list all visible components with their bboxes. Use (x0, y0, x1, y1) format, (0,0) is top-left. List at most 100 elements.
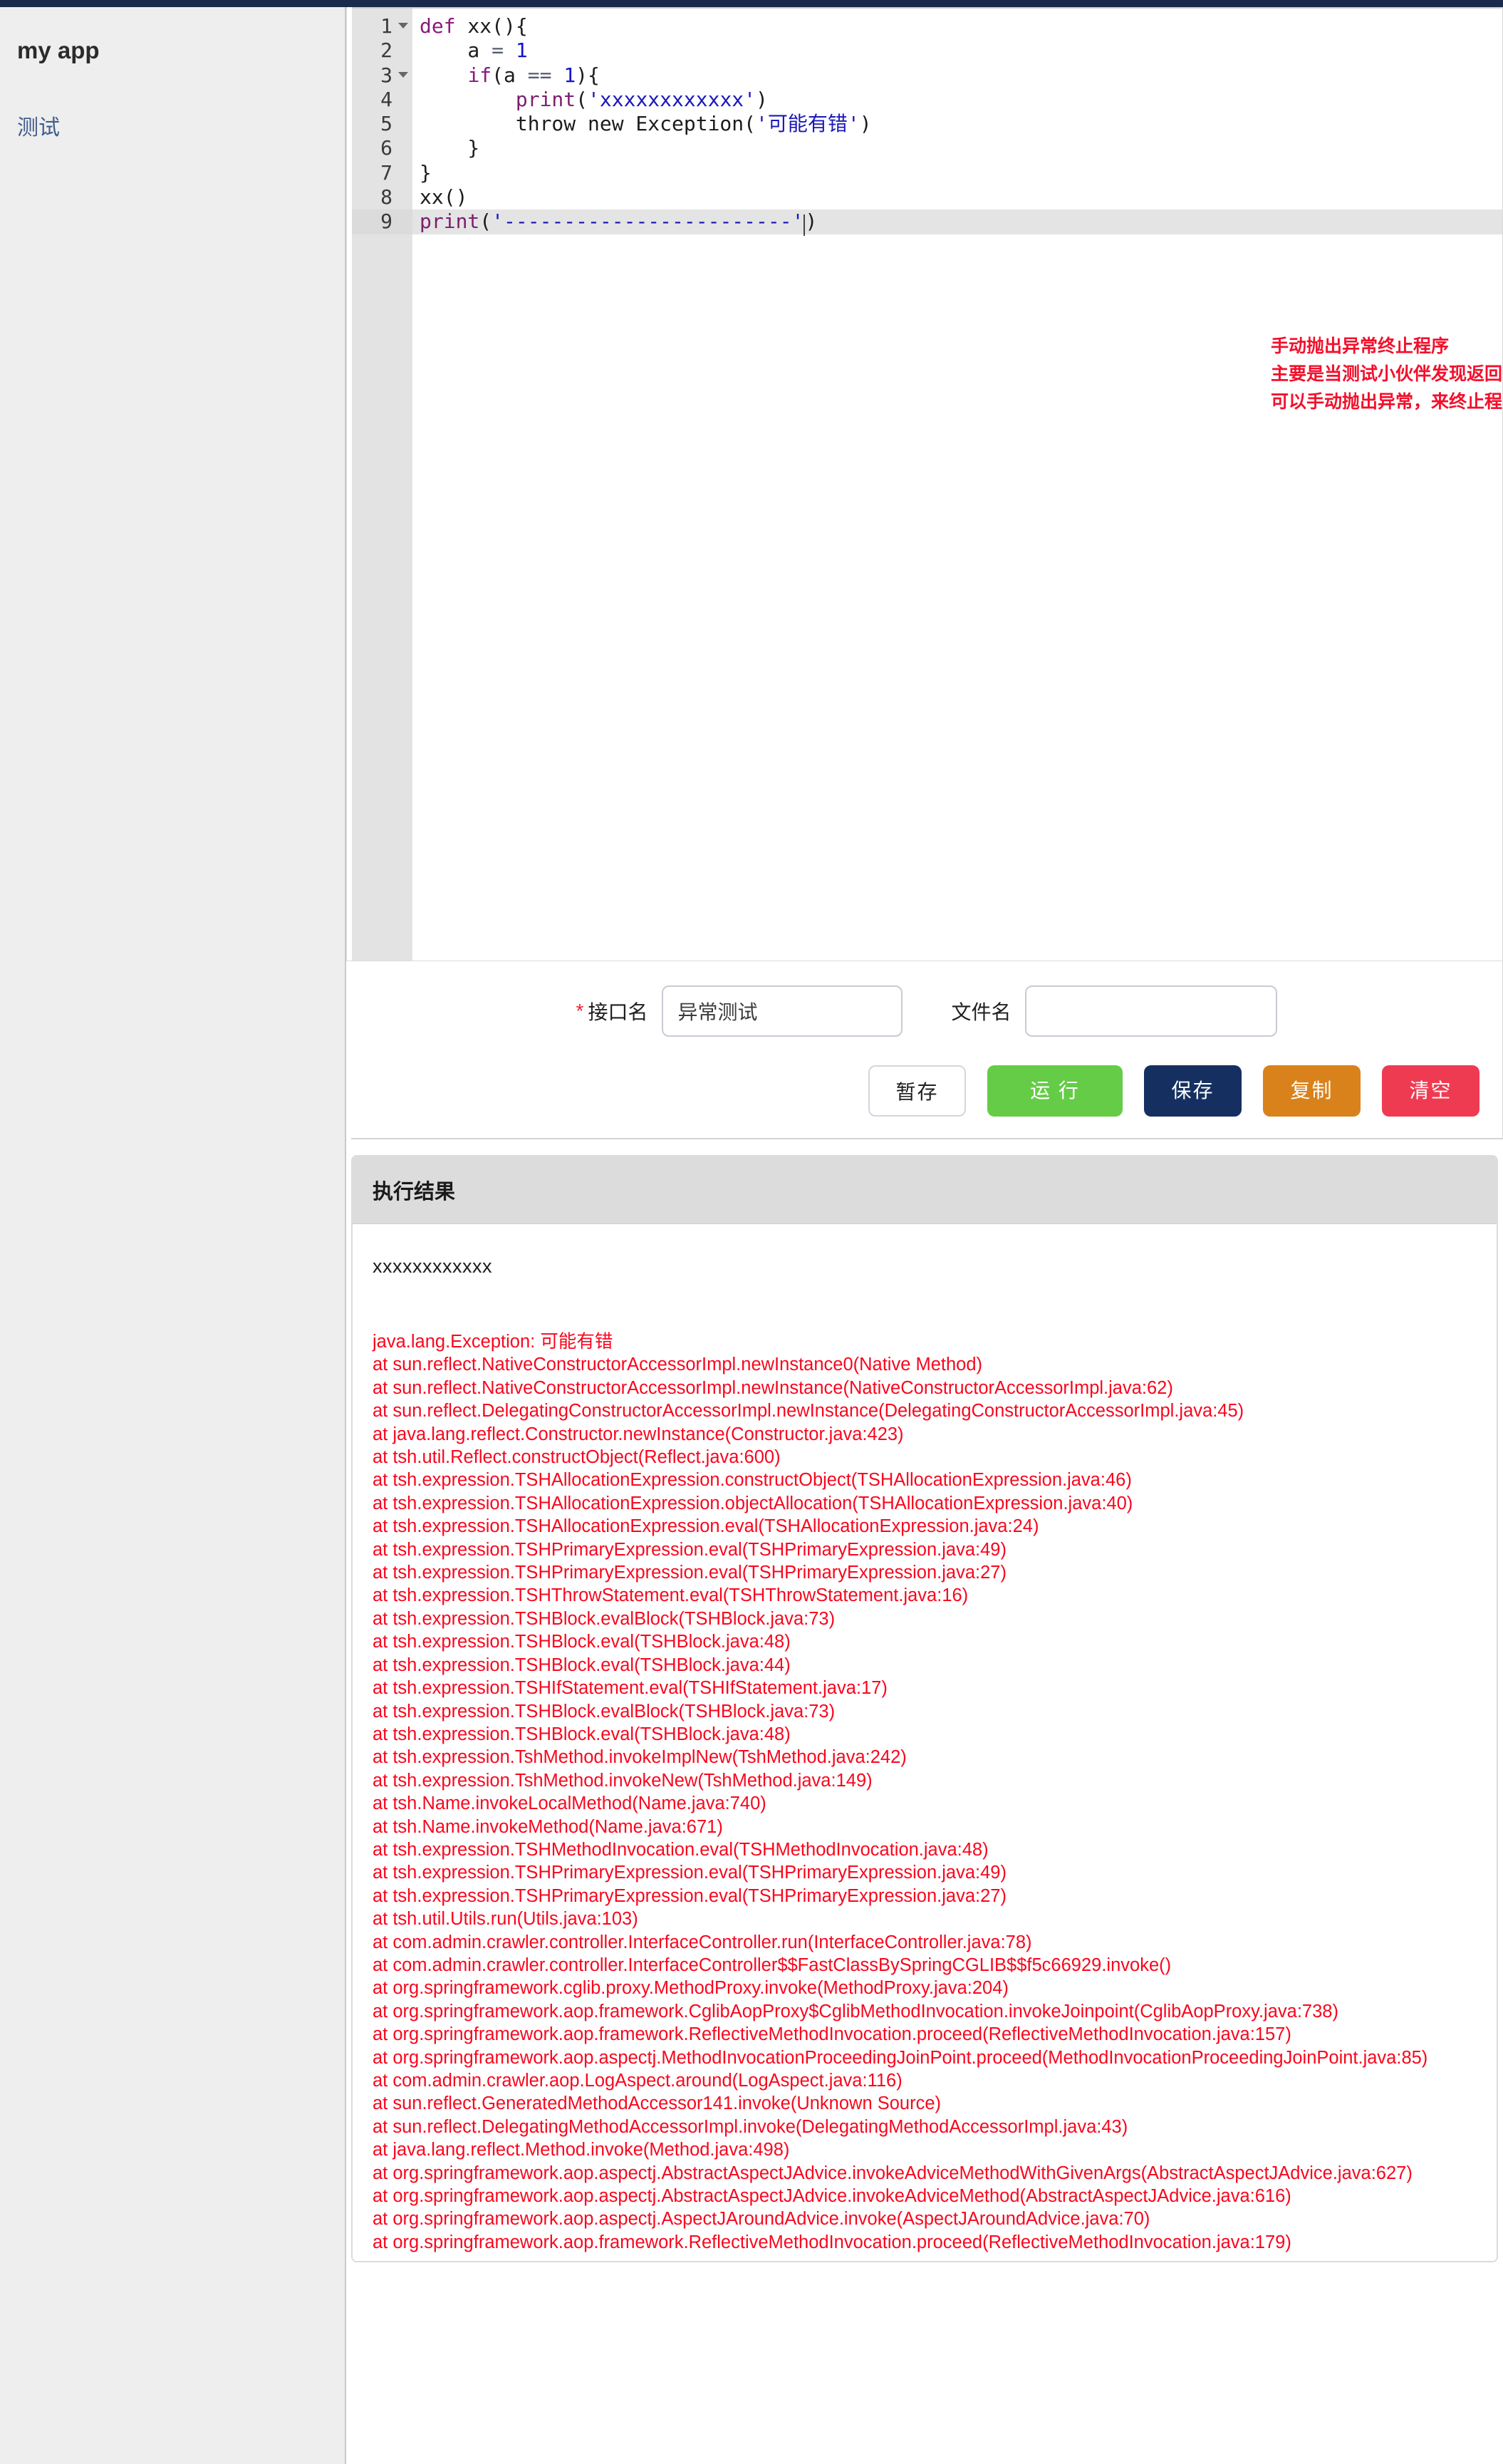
stack-trace-line: at tsh.expression.TSHBlock.eval(TSHBlock… (373, 1655, 791, 1675)
code-line[interactable]: throw new Exception('可能有错') (412, 112, 1502, 136)
code-editor[interactable]: 123456789 def xx(){ a = 1 if(a == 1){ pr… (352, 7, 1503, 961)
stack-trace-line: at tsh.util.Reflect.constructObject(Refl… (373, 1447, 781, 1468)
code-line[interactable]: xx() (412, 185, 1502, 209)
interface-name-field-group: * 接口名 (576, 985, 903, 1037)
code-token: == (527, 63, 552, 87)
execution-result-body: xxxxxxxxxxxx java.lang.Exception: 可能有错 at… (353, 1224, 1497, 2262)
main-content: 123456789 def xx(){ a = 1 if(a == 1){ pr… (346, 7, 1503, 2263)
fold-placeholder (398, 194, 408, 200)
line-number: 8 (352, 185, 412, 209)
stack-trace-line: at tsh.expression.TSHPrimaryExpression.e… (373, 1539, 1007, 1560)
stack-trace-line: at tsh.expression.TSHPrimaryExpression.e… (373, 1863, 1007, 1883)
stack-trace-line: at tsh.expression.TSHBlock.eval(TSHBlock… (373, 1724, 791, 1744)
code-token: xx(){ (455, 14, 528, 38)
draft-button[interactable]: 暂存 (868, 1065, 966, 1117)
interface-name-label: 接口名 (588, 1001, 648, 1023)
stack-trace-line: at sun.reflect.NativeConstructorAccessor… (373, 1377, 1173, 1398)
code-line[interactable]: } (412, 161, 1502, 185)
code-token: def (420, 14, 456, 38)
code-token: 1 (515, 38, 528, 63)
annotation-line: 手动抛出异常终止程序 (1271, 336, 1450, 356)
stack-trace-line: at tsh.expression.TSHAllocationExpressio… (373, 1493, 1133, 1513)
stack-trace-line: at com.admin.crawler.aop.LogAspect.aroun… (373, 2071, 903, 2091)
code-line[interactable]: print('------------------------') (412, 209, 1502, 237)
stack-trace-line: at org.springframework.aop.aspectj.Aspec… (373, 2209, 1150, 2230)
code-line[interactable]: } (412, 136, 1502, 160)
fold-placeholder (398, 170, 408, 175)
stack-trace-line: at tsh.expression.TSHMethodInvocation.ev… (373, 1839, 989, 1860)
line-number-gutter: 123456789 (352, 9, 412, 961)
code-token: 1 (563, 63, 576, 87)
code-token: ( (576, 87, 588, 111)
code-editor-card: 123456789 def xx(){ a = 1 if(a == 1){ pr… (346, 7, 1503, 961)
exception-stack-trace: java.lang.Exception: 可能有错 at sun.reflect.… (373, 1330, 1477, 2254)
app-brand-title: my app (17, 37, 100, 63)
code-token: a (420, 38, 492, 63)
stdout-output: xxxxxxxxxxxx (373, 1256, 492, 1277)
line-number: 3 (352, 63, 412, 88)
required-asterisk-icon: * (576, 1000, 584, 1022)
save-button[interactable]: 保存 (1144, 1065, 1242, 1117)
interface-form-card: * 接口名 文件名 暂存 运 行 保存 复制 清空 (351, 961, 1503, 1139)
stack-trace-line: at tsh.expression.TSHBlock.evalBlock(TSH… (373, 1701, 836, 1722)
stack-trace-line: at tsh.expression.TshMethod.invokeImplNe… (373, 1747, 907, 1768)
fold-placeholder (398, 47, 408, 53)
code-token: } (420, 136, 480, 160)
stack-trace-line: at com.admin.crawler.controller.Interfac… (373, 1955, 1172, 1975)
code-line[interactable]: a = 1 (412, 38, 1502, 63)
code-line[interactable]: def xx(){ (412, 14, 1502, 38)
code-token: if (467, 63, 492, 87)
fold-placeholder (398, 120, 408, 126)
fold-arrow-icon[interactable] (398, 71, 408, 78)
stack-trace-line: at tsh.expression.TshMethod.invokeNew(Ts… (373, 1770, 873, 1791)
stack-trace-line: at tsh.expression.TSHPrimaryExpression.e… (373, 1563, 1007, 1583)
action-button-row: 暂存 运 行 保存 复制 清空 (351, 1037, 1502, 1117)
code-token: '可能有错' (756, 112, 860, 136)
code-token: ) (859, 112, 872, 136)
stack-trace-line: at tsh.expression.TSHAllocationExpressio… (373, 1516, 1039, 1537)
stack-trace-line: at tsh.expression.TSHBlock.evalBlock(TSH… (373, 1608, 836, 1629)
code-token: } (420, 160, 432, 185)
line-number: 4 (352, 88, 412, 112)
file-name-field-group: 文件名 (951, 985, 1278, 1037)
exception-header-line: java.lang.Exception: 可能有错 (373, 1332, 613, 1352)
code-line[interactable]: if(a == 1){ (412, 63, 1502, 88)
annotation-line: 主要是当测试小伙伴发现返回的结果不是预期的结果时 (1271, 364, 1503, 384)
stack-trace-line: at sun.reflect.GeneratedMethodAccessor14… (373, 2093, 942, 2114)
code-token: print (420, 209, 480, 234)
code-token: 'xxxxxxxxxxxx' (588, 87, 756, 111)
stack-trace-line: at java.lang.reflect.Method.invoke(Metho… (373, 2140, 790, 2160)
interface-name-input[interactable] (662, 985, 903, 1037)
code-token: (a (492, 63, 528, 87)
code-line[interactable]: print('xxxxxxxxxxxx') (412, 88, 1502, 112)
code-text-area[interactable]: def xx(){ a = 1 if(a == 1){ print('xxxxx… (412, 9, 1502, 961)
text-caret (803, 214, 806, 237)
stack-trace-line: at sun.reflect.NativeConstructorAccessor… (373, 1355, 983, 1375)
line-number: 5 (352, 112, 412, 136)
file-name-label: 文件名 (951, 1001, 1011, 1023)
execution-result-card: 执行结果 xxxxxxxxxxxx java.lang.Exception: 可… (351, 1155, 1498, 2263)
stack-trace-line: at tsh.expression.TSHBlock.eval(TSHBlock… (373, 1632, 791, 1652)
line-number: 9 (352, 209, 412, 234)
fold-arrow-icon[interactable] (398, 23, 408, 29)
fold-placeholder (398, 145, 408, 150)
red-annotation-overlay: 手动抛出异常终止程序主要是当测试小伙伴发现返回的结果不是预期的结果时可以手动抛出… (1271, 333, 1503, 416)
stack-trace-line: at tsh.expression.TSHAllocationExpressio… (373, 1470, 1132, 1491)
code-token: xx() (420, 185, 468, 209)
copy-button[interactable]: 复制 (1263, 1065, 1361, 1117)
code-token: ( (479, 209, 492, 234)
line-number: 7 (352, 161, 412, 185)
code-token: print (515, 87, 576, 111)
stack-trace-line: at com.admin.crawler.controller.Interfac… (373, 1932, 1032, 1952)
line-number: 1 (352, 14, 412, 38)
stack-trace-line: at tsh.Name.invokeMethod(Name.java:671) (373, 1816, 723, 1837)
stack-trace-line: at org.springframework.aop.aspectj.Abstr… (373, 2186, 1291, 2207)
code-token: ) (805, 209, 818, 234)
clear-button[interactable]: 清空 (1382, 1065, 1479, 1117)
file-name-input[interactable] (1025, 985, 1278, 1037)
code-token: '------------------------' (492, 209, 804, 234)
run-button[interactable]: 运 行 (987, 1065, 1123, 1117)
sidebar-item-test[interactable]: 测试 (0, 110, 345, 147)
